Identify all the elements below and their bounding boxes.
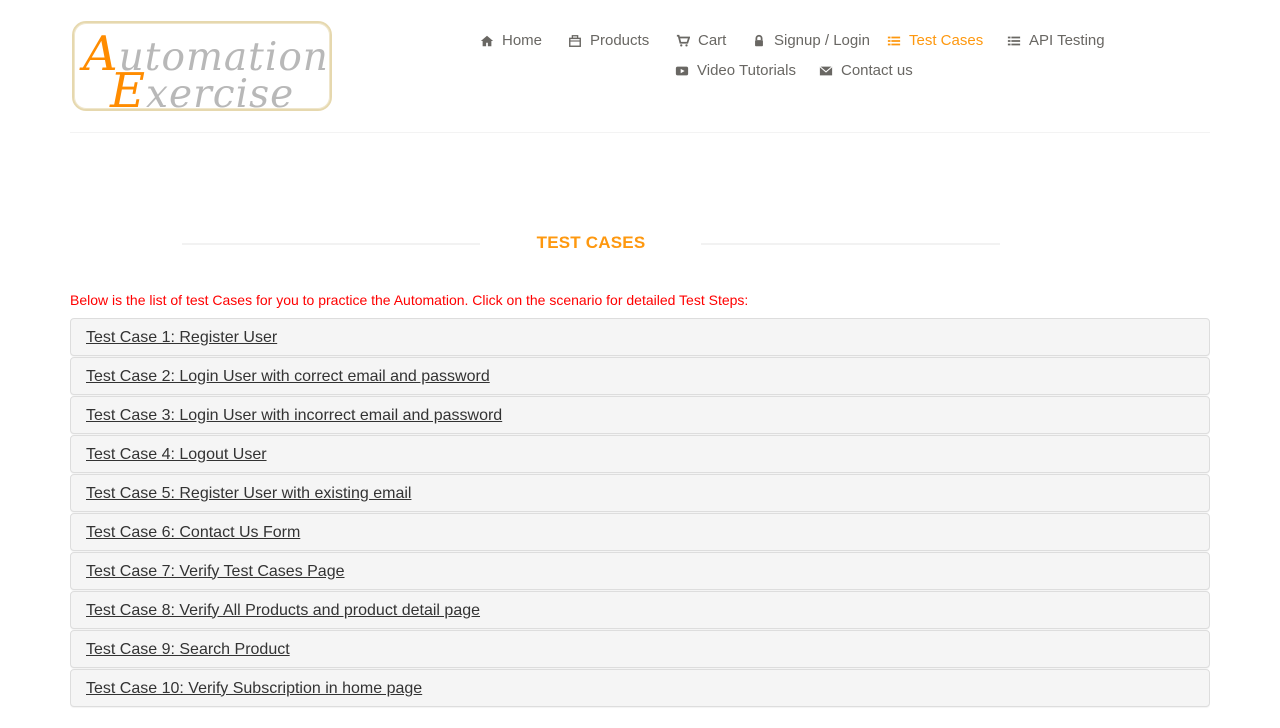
nav-api-testing[interactable]: API Testing xyxy=(1007,32,1105,49)
nav-home[interactable]: Home xyxy=(480,32,542,49)
nav-video-tutorials-label: Video Tutorials xyxy=(697,62,796,79)
test-case-link[interactable]: Test Case 6: Contact Us Form xyxy=(86,524,300,541)
test-case-row[interactable]: Test Case 8: Verify All Products and pro… xyxy=(70,591,1210,629)
page-title: TEST CASES xyxy=(536,233,646,252)
nav-products-label: Products xyxy=(590,32,650,49)
lock-icon xyxy=(752,34,766,48)
test-case-list: Test Case 1: Register User Test Case 2: … xyxy=(70,318,1210,728)
youtube-icon xyxy=(675,64,689,78)
test-case-row[interactable]: Test Case 3: Login User with incorrect e… xyxy=(70,396,1210,434)
test-case-link[interactable]: Test Case 1: Register User xyxy=(86,329,277,346)
title-divider-left xyxy=(182,243,480,245)
nav-home-label: Home xyxy=(502,32,543,49)
test-case-link[interactable]: Test Case 4: Logout User xyxy=(86,446,267,463)
nav-video-tutorials[interactable]: Video Tutorials xyxy=(675,62,796,79)
nav-signup-login-label: Signup / Login xyxy=(774,32,870,49)
test-case-row[interactable]: Test Case 7: Verify Test Cases Page xyxy=(70,552,1210,590)
nav-cart-label: Cart xyxy=(698,32,727,49)
test-case-row[interactable]: Test Case 1: Register User xyxy=(70,318,1210,356)
products-icon xyxy=(568,34,582,48)
test-case-row[interactable]: Test Case 6: Contact Us Form xyxy=(70,513,1210,551)
nav-contact-us-label: Contact us xyxy=(841,62,913,79)
cart-icon xyxy=(676,34,690,48)
list-icon xyxy=(1007,34,1021,48)
test-case-row[interactable]: Test Case 9: Search Product xyxy=(70,630,1210,668)
nav-test-cases-label: Test Cases xyxy=(909,32,984,49)
test-case-row[interactable]: Test Case 2: Login User with correct ema… xyxy=(70,357,1210,395)
nav-cart[interactable]: Cart xyxy=(676,32,726,49)
test-case-row[interactable]: Test Case 5: Register User with existing… xyxy=(70,474,1210,512)
envelope-icon xyxy=(819,64,833,78)
test-case-link[interactable]: Test Case 9: Search Product xyxy=(86,641,290,658)
test-cases-intro: Below is the list of test Cases for you … xyxy=(70,292,749,308)
nav-api-testing-label: API Testing xyxy=(1029,32,1105,49)
nav-test-cases[interactable]: Test Cases xyxy=(887,32,983,49)
test-case-link[interactable]: Test Case 8: Verify All Products and pro… xyxy=(86,602,480,619)
test-case-link[interactable]: Test Case 3: Login User with incorrect e… xyxy=(86,407,502,424)
test-case-link[interactable]: Test Case 5: Register User with existing… xyxy=(86,485,411,502)
nav-contact-us[interactable]: Contact us xyxy=(819,62,913,79)
test-case-row[interactable]: Test Case 10: Verify Subscription in hom… xyxy=(70,669,1210,707)
nav-products[interactable]: Products xyxy=(568,32,649,49)
site-header: Automation Exercise Home Products Cart S… xyxy=(70,0,1210,133)
test-case-link[interactable]: Test Case 7: Verify Test Cases Page xyxy=(86,563,345,580)
test-case-link[interactable]: Test Case 2: Login User with correct ema… xyxy=(86,368,490,385)
main-navigation: Home Products Cart Signup / Login Test C xyxy=(70,0,1210,90)
nav-signup-login[interactable]: Signup / Login xyxy=(752,32,870,49)
list-icon xyxy=(887,34,901,48)
test-case-row[interactable]: Test Case 4: Logout User xyxy=(70,435,1210,473)
title-divider-right xyxy=(701,243,1000,245)
test-case-link[interactable]: Test Case 10: Verify Subscription in hom… xyxy=(86,680,422,697)
home-icon xyxy=(480,34,494,48)
page-title-section: TEST CASES xyxy=(70,230,1210,258)
